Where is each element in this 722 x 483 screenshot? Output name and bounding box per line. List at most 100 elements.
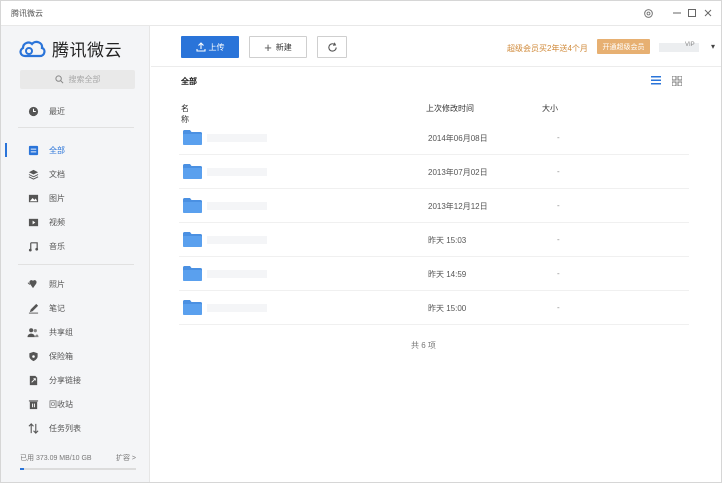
video-icon [27, 216, 39, 228]
promo-text[interactable]: 超级会员买2年送4个月 [507, 43, 588, 54]
refresh-icon [327, 42, 337, 52]
file-modified-date: 2013年07月02日 [428, 168, 488, 177]
file-name[interactable] [207, 304, 267, 312]
share-link-icon [27, 374, 39, 386]
table-row[interactable]: 昨天 14:59 - [179, 257, 689, 291]
open-vip-label: 开通超级会员 [602, 43, 645, 51]
breadcrumb: 全部 [181, 77, 197, 86]
column-header-modified[interactable]: 上次修改时间 [426, 103, 474, 114]
search-input[interactable]: 搜索全部 [20, 70, 135, 89]
table-row[interactable]: 昨天 15:03 - [179, 223, 689, 257]
vip-badge: VIP [685, 42, 695, 48]
storage-used-text: 已用 373.09 MB/10 GB [20, 455, 92, 462]
table-row[interactable]: 昨天 15:00 - [179, 291, 689, 325]
sidebar-item-recent[interactable]: 最近 [1, 100, 150, 122]
upload-label: 上传 [208, 42, 225, 52]
search-icon [54, 75, 63, 84]
sidebar-item-tasks[interactable]: 任务列表 [1, 417, 150, 439]
file-size: - [557, 201, 560, 210]
column-header-size[interactable]: 大小 [542, 103, 558, 114]
window-title: 腾讯微云 [11, 9, 43, 18]
sort-arrow-icon: ↑ [181, 103, 185, 112]
file-size: - [557, 133, 560, 142]
sidebar-item-label: 分享链接 [49, 375, 81, 385]
file-modified-date: 2014年06月08日 [428, 134, 488, 143]
note-icon [27, 302, 39, 314]
sidebar-item-label: 文档 [49, 169, 65, 179]
file-size: - [557, 303, 560, 312]
open-vip-button[interactable]: 开通超级会员 [597, 39, 650, 54]
sidebar-item-share-group[interactable]: 共享组 [1, 321, 150, 343]
file-modified-date: 昨天 15:03 [428, 236, 467, 245]
photo-icon [27, 278, 39, 290]
sidebar-item-label: 音乐 [49, 241, 65, 251]
file-name[interactable] [207, 202, 267, 210]
minimize-icon[interactable] [670, 6, 684, 20]
file-modified-date: 昨天 14:59 [428, 270, 467, 279]
toolbar: 上传 + 新建 超级会员买2年送4个月 开通超级会员 VIP ▾ [151, 27, 721, 67]
grid-view-icon[interactable] [671, 75, 683, 88]
all-files-icon [27, 144, 39, 156]
file-name[interactable] [207, 236, 267, 244]
table-row[interactable]: 2013年12月12日 - [179, 189, 689, 223]
item-count: 共 6 项 [411, 341, 436, 350]
app-window: 腾讯微云 腾讯微云 搜索全部 最近 全部 文档 图片 视频 音乐 照片 笔记 共… [0, 0, 722, 483]
folder-icon [183, 164, 202, 181]
sidebar-item-documents[interactable]: 文档 [1, 163, 150, 185]
table-header: 名称 ↑ 上次修改时间 大小 [181, 103, 558, 124]
image-icon [27, 192, 39, 204]
share-group-icon [27, 326, 39, 338]
sidebar-item-label: 笔记 [49, 303, 65, 313]
sidebar-item-label: 全部 [49, 145, 65, 155]
sidebar-item-all[interactable]: 全部 [1, 139, 150, 161]
close-icon[interactable] [701, 6, 715, 20]
logo-text: 腾讯微云 [52, 41, 122, 60]
file-size: - [557, 167, 560, 176]
safe-icon [27, 350, 39, 362]
new-label: 新建 [275, 42, 292, 52]
file-name[interactable] [207, 134, 267, 142]
sidebar-item-label: 最近 [49, 106, 65, 116]
plus-icon: + [264, 39, 272, 55]
sidebar-item-photos[interactable]: 照片 [1, 273, 150, 295]
sidebar-divider [18, 264, 134, 265]
caret-down-icon[interactable]: ▾ [711, 42, 715, 51]
sidebar-item-label: 图片 [49, 193, 65, 203]
sidebar-item-safe[interactable]: 保险箱 [1, 345, 150, 367]
file-name[interactable] [207, 270, 267, 278]
file-name[interactable] [207, 168, 267, 176]
sidebar-item-trash[interactable]: 回收站 [1, 393, 150, 415]
table-row[interactable]: 2014年06月08日 - [179, 121, 689, 155]
storage-progress-bar [20, 468, 136, 470]
folder-icon [183, 130, 202, 147]
file-list-area: 全部 名称 ↑ 上次修改时间 大小 2014年06月08日 -2013年07月02… [151, 68, 721, 482]
refresh-button[interactable] [317, 36, 347, 58]
app-logo: 腾讯微云 [18, 36, 122, 61]
sidebar-item-share-links[interactable]: 分享链接 [1, 369, 150, 391]
sidebar-item-label: 回收站 [49, 399, 73, 409]
sidebar-divider [18, 127, 134, 128]
sidebar-item-images[interactable]: 图片 [1, 187, 150, 209]
file-modified-date: 2013年12月12日 [428, 202, 488, 211]
upload-button[interactable]: 上传 [181, 36, 239, 58]
sidebar-item-videos[interactable]: 视频 [1, 211, 150, 233]
upload-icon [195, 42, 206, 52]
expand-storage-link[interactable]: 扩容 > [116, 453, 136, 463]
table-row[interactable]: 2013年07月02日 - [179, 155, 689, 189]
sidebar-item-label: 任务列表 [49, 423, 81, 433]
sidebar-item-label: 照片 [49, 279, 65, 289]
folder-icon [183, 300, 202, 317]
list-view-icon[interactable] [651, 76, 661, 87]
sidebar-item-music[interactable]: 音乐 [1, 235, 150, 257]
storage-info: 已用 373.09 MB/10 GB 扩容 > [20, 453, 136, 470]
new-button[interactable]: + 新建 [249, 36, 307, 58]
sidebar-item-notes[interactable]: 笔记 [1, 297, 150, 319]
trash-icon [27, 398, 39, 410]
task-list-icon [27, 422, 39, 434]
storage-progress-fill [20, 468, 25, 470]
maximize-icon[interactable] [685, 6, 699, 20]
settings-icon[interactable] [641, 6, 655, 20]
file-size: - [557, 269, 560, 278]
folder-icon [183, 266, 202, 283]
cloud-logo-icon [19, 40, 46, 57]
